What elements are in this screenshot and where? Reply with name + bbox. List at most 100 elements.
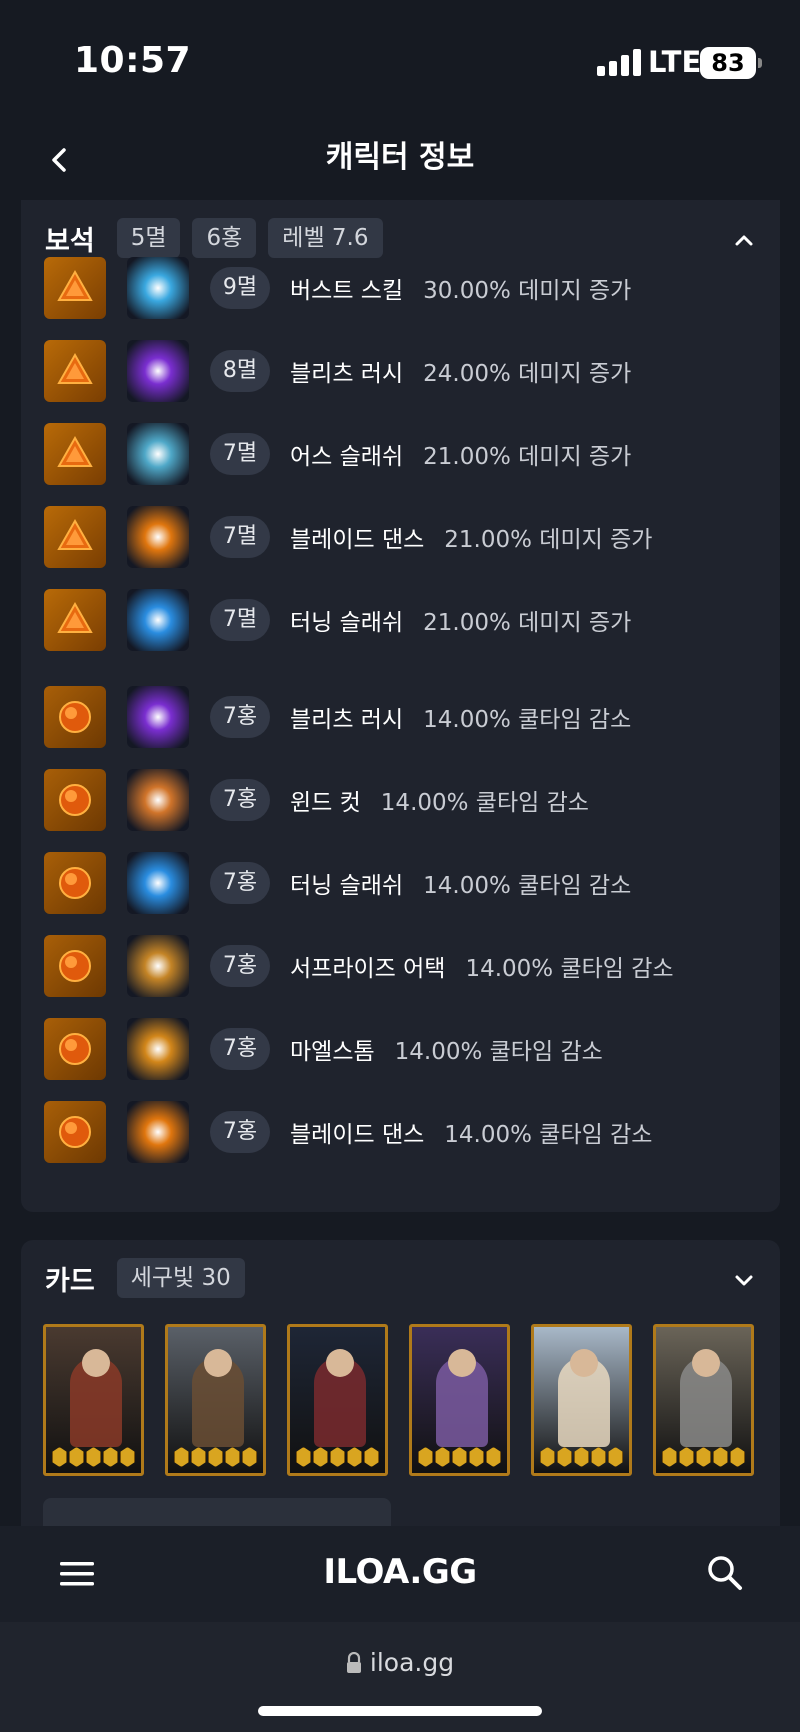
skill-icon <box>127 506 189 568</box>
gem-effect: 21.00% 데미지 증가 <box>444 527 653 553</box>
gem-row[interactable]: 8멸 블리츠 러시 24.00% 데미지 증가 <box>44 340 631 402</box>
gem-effect: 21.00% 데미지 증가 <box>423 610 632 636</box>
battery-icon: 83 <box>700 47 762 79</box>
card-panel-header: 카드 세구빛 30 <box>45 1258 245 1298</box>
card-item[interactable] <box>531 1324 632 1476</box>
page-header: 캐릭터 정보 <box>0 120 800 204</box>
damage-gem-icon <box>44 257 106 319</box>
gem-level-badge: 7홍 <box>210 696 270 738</box>
awaken-gem-icon <box>191 1447 206 1467</box>
gem-level-badge: 7홍 <box>210 945 270 987</box>
skill-name: 블레이드 댄스 <box>290 527 425 553</box>
skill-icon <box>127 1101 189 1163</box>
skill-icon <box>127 257 189 319</box>
awaken-gem-icon <box>52 1447 67 1467</box>
gem-level-badge: 8멸 <box>210 350 270 392</box>
expand-chevron-down-icon[interactable] <box>730 1266 758 1294</box>
card-portrait-head <box>82 1349 110 1377</box>
cooldown-gem-icon <box>44 686 106 748</box>
awaken-gem-icon <box>225 1447 240 1467</box>
cooldown-gem-icon <box>44 935 106 997</box>
skill-icon <box>127 935 189 997</box>
gem-row[interactable]: 7홍 윈드 컷 14.00% 쿨타임 감소 <box>44 769 589 831</box>
gem-row[interactable]: 7홍 마엘스톰 14.00% 쿨타임 감소 <box>44 1018 603 1080</box>
awaken-gem-icon <box>174 1447 189 1467</box>
awaken-gem-icon <box>86 1447 101 1467</box>
gem-row[interactable]: 7멸 터닝 슬래쉬 21.00% 데미지 증가 <box>44 589 631 651</box>
awaken-gem-icon <box>713 1447 728 1467</box>
skill-name: 블레이드 댄스 <box>290 1122 425 1148</box>
card-awaken-gems <box>662 1447 745 1467</box>
skill-name: 터닝 슬래쉬 <box>290 873 404 899</box>
gem-level-badge: 7홍 <box>210 779 270 821</box>
awaken-gem-icon <box>608 1447 623 1467</box>
skill-name: 윈드 컷 <box>290 790 361 816</box>
awaken-gem-icon <box>103 1447 118 1467</box>
gem-row[interactable]: 7홍 블레이드 댄스 14.00% 쿨타임 감소 <box>44 1101 652 1163</box>
skill-name: 블리츠 러시 <box>290 361 404 387</box>
card-portrait-head <box>692 1349 720 1377</box>
awaken-gem-icon <box>679 1447 694 1467</box>
search-icon[interactable] <box>706 1554 744 1592</box>
card-list <box>43 1324 754 1476</box>
card-item[interactable] <box>287 1324 388 1476</box>
gem-row[interactable]: 7홍 서프라이즈 어택 14.00% 쿨타임 감소 <box>44 935 674 997</box>
cooldown-gem-icon <box>44 769 106 831</box>
awaken-gem-icon <box>469 1447 484 1467</box>
gem-summary-chip: 5멸 <box>116 218 181 258</box>
url-field[interactable]: iloa.gg <box>0 1648 800 1677</box>
gem-row[interactable]: 7홍 블리츠 러시 14.00% 쿨타임 감소 <box>44 686 631 748</box>
gem-level-badge: 7멸 <box>210 516 270 558</box>
awaken-gem-icon <box>486 1447 501 1467</box>
gem-effect: 14.00% 쿨타임 감소 <box>465 956 674 982</box>
awaken-gem-icon <box>557 1447 572 1467</box>
gem-row[interactable]: 9멸 버스트 스킬 30.00% 데미지 증가 <box>44 257 631 319</box>
browser-address-bar: iloa.gg <box>0 1622 800 1732</box>
card-item[interactable] <box>43 1324 144 1476</box>
card-awaken-gems <box>174 1447 257 1467</box>
cooldown-gem-icon <box>44 852 106 914</box>
awaken-gem-icon <box>330 1447 345 1467</box>
card-portrait-head <box>570 1349 598 1377</box>
card-awaken-gems <box>296 1447 379 1467</box>
awaken-gem-icon <box>435 1447 450 1467</box>
damage-gem-icon <box>44 506 106 568</box>
damage-gem-icon <box>44 340 106 402</box>
home-indicator <box>258 1706 542 1716</box>
card-item[interactable] <box>409 1324 510 1476</box>
cooldown-gem-icon <box>44 1018 106 1080</box>
awaken-gem-icon <box>730 1447 745 1467</box>
gem-effect: 14.00% 쿨타임 감소 <box>394 1039 603 1065</box>
gem-row[interactable]: 7멸 블레이드 댄스 21.00% 데미지 증가 <box>44 506 652 568</box>
gem-level-badge: 7홍 <box>210 862 270 904</box>
gem-summary-chip: 6홍 <box>192 218 257 258</box>
gem-level-chip: 레벨 7.6 <box>268 218 383 258</box>
gem-level-badge: 7홍 <box>210 1028 270 1070</box>
skill-icon <box>127 589 189 651</box>
awaken-gem-icon <box>296 1447 311 1467</box>
gem-effect: 14.00% 쿨타임 감소 <box>423 873 632 899</box>
card-item[interactable] <box>653 1324 754 1476</box>
status-time: 10:57 <box>74 40 192 81</box>
skill-icon <box>127 340 189 402</box>
cooldown-gem-icon <box>44 1101 106 1163</box>
skill-name: 터닝 슬래쉬 <box>290 610 404 636</box>
collapse-chevron-up-icon[interactable] <box>730 226 758 254</box>
card-item[interactable] <box>165 1324 266 1476</box>
url-text: iloa.gg <box>369 1648 455 1677</box>
skill-name: 서프라이즈 어택 <box>290 956 446 982</box>
awaken-gem-icon <box>574 1447 589 1467</box>
gem-effect: 30.00% 데미지 증가 <box>423 278 632 304</box>
awaken-gem-icon <box>120 1447 135 1467</box>
gem-panel: 보석 5멸 6홍 레벨 7.6 9멸 버스트 스킬 30.00% 데미지 증가 8멸 블… <box>21 200 780 1212</box>
gem-effect: 21.00% 데미지 증가 <box>423 444 632 470</box>
lock-icon <box>346 1651 361 1673</box>
awaken-gem-icon <box>208 1447 223 1467</box>
network-label: LTE <box>648 45 702 79</box>
bottom-nav: ILOA.GG <box>0 1526 800 1622</box>
awaken-gem-icon <box>418 1447 433 1467</box>
gem-effect: 14.00% 쿨타임 감소 <box>423 707 632 733</box>
site-logo[interactable]: ILOA.GG <box>0 1552 800 1592</box>
gem-row[interactable]: 7멸 어스 슬래쉬 21.00% 데미지 증가 <box>44 423 631 485</box>
gem-row[interactable]: 7홍 터닝 슬래쉬 14.00% 쿨타임 감소 <box>44 852 631 914</box>
